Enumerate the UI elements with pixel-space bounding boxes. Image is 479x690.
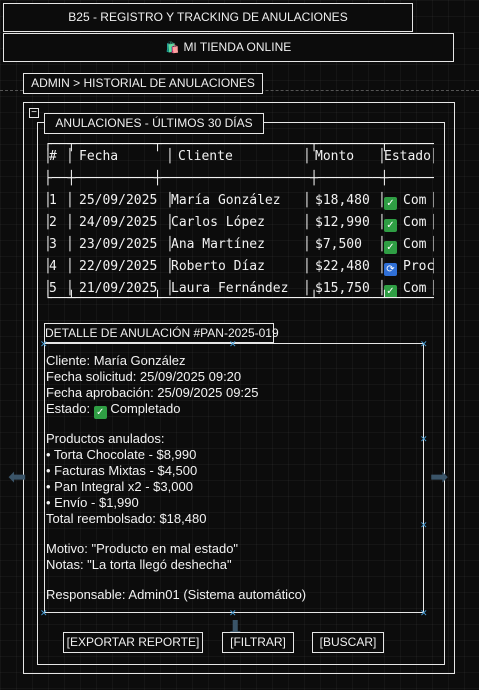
- detail-content: Cliente: María González Fecha solicitud:…: [46, 353, 418, 603]
- cell-fecha: 23/09/2025: [79, 237, 158, 252]
- estado-value: Completado: [110, 401, 181, 416]
- detail-fecha-aprobacion: Fecha aprobación: 25/09/2025 09:25: [46, 385, 259, 400]
- cell-fecha: 24/09/2025: [79, 215, 158, 230]
- cell-fecha: 22/09/2025: [79, 259, 158, 274]
- cell-monto: $18,480: [315, 193, 370, 208]
- cell-n: 2: [49, 215, 57, 230]
- estado-prefix: Estado:: [46, 401, 91, 416]
- store-name: MI TIENDA ONLINE: [183, 40, 292, 54]
- cell-cliente: Carlos López: [171, 215, 265, 230]
- cell-monto: $7,500: [315, 237, 362, 252]
- total-reembolsado: Total reembolsado: $18,480: [46, 511, 207, 526]
- arrow-left-icon: ⬅: [8, 464, 27, 489]
- detail-estado: Estado: ✓ Completado: [46, 401, 418, 419]
- detail-responsable: Responsable: Admin01 (Sistema automático…: [46, 587, 307, 602]
- filter-button[interactable]: [FILTRAR]: [222, 632, 294, 653]
- estado-text: Com: [403, 215, 427, 230]
- cell-cliente: Roberto Díaz: [171, 259, 265, 274]
- shopping-bag-icon: 🛍️: [165, 42, 180, 54]
- cell-cliente: Ana Martínez: [171, 237, 265, 252]
- resize-handle-icon[interactable]: ✕: [420, 608, 428, 619]
- detail-cliente: Cliente: María González: [46, 353, 186, 368]
- estado-text: Com: [403, 193, 427, 208]
- cell-monto: $12,990: [315, 215, 370, 230]
- detail-fecha-solicitud: Fecha solicitud: 25/09/2025 09:20: [46, 369, 242, 384]
- table-border-mid: ├──┼──────────┼───────────────────┼─────…: [44, 171, 434, 186]
- cell-estado: ⟳ Proc: [384, 256, 434, 278]
- cell-estado: ✓ Com: [384, 234, 426, 256]
- search-button[interactable]: [BUSCAR]: [312, 632, 384, 653]
- check-icon: ✓: [384, 219, 397, 232]
- cell-n: 4: [49, 259, 57, 274]
- anulaciones-table: ┌──┬──────────┬───────────────────┬─────…: [44, 134, 434, 310]
- resize-handle-icon[interactable]: ✕: [229, 339, 237, 350]
- estado-text: Com: [403, 237, 427, 252]
- resize-handle-icon[interactable]: ✕: [40, 608, 48, 619]
- detail-notas: Notas: "La torta llegó deshecha": [46, 557, 232, 572]
- resize-handle-icon[interactable]: ✕: [420, 434, 428, 445]
- check-icon: ✓: [93, 406, 107, 419]
- cell-n: 1: [49, 193, 57, 208]
- col-header-fecha[interactable]: Fecha: [79, 146, 118, 168]
- col-header-cliente[interactable]: Cliente: [178, 146, 233, 168]
- resize-handle-icon[interactable]: ✕: [420, 339, 428, 350]
- cell-n: 3: [49, 237, 57, 252]
- resize-handle-icon[interactable]: ✕: [40, 339, 48, 350]
- cell-monto: $22,480: [315, 259, 370, 274]
- export-report-button[interactable]: [EXPORTAR REPORTE]: [63, 632, 203, 653]
- table-title: ANULACIONES - ÚLTIMOS 30 DÍAS: [44, 113, 264, 134]
- producto-item: • Torta Chocolate - $8,990: [46, 447, 197, 462]
- resize-handle-icon[interactable]: ✕: [229, 608, 237, 619]
- productos-header: Productos anulados:: [46, 431, 165, 446]
- col-header-monto[interactable]: Monto: [315, 146, 354, 168]
- estado-text: Proc: [403, 259, 434, 274]
- arrow-right-icon: ➡: [430, 464, 449, 489]
- detail-title: DETALLE DE ANULACIÓN #PAN-2025-019: [44, 323, 279, 343]
- check-icon: ✓: [384, 197, 397, 210]
- store-header: 🛍️ MI TIENDA ONLINE: [3, 33, 454, 62]
- cell-cliente: María González: [171, 193, 281, 208]
- cell-fecha: 25/09/2025: [79, 193, 158, 208]
- producto-item: • Envío - $1,990: [46, 495, 139, 510]
- cell-estado: ✓ Com: [384, 190, 426, 212]
- col-header-num[interactable]: #: [49, 146, 57, 168]
- col-header-estado[interactable]: Estado: [384, 146, 431, 168]
- refresh-icon: ⟳: [384, 263, 397, 276]
- producto-item: • Facturas Mixtas - $4,500: [46, 463, 198, 478]
- producto-item: • Pan Integral x2 - $3,000: [46, 479, 193, 494]
- collapse-toggle-icon[interactable]: −: [29, 108, 39, 118]
- check-icon: ✓: [384, 241, 397, 254]
- cell-estado: ✓ Com: [384, 212, 426, 234]
- resize-handle-icon[interactable]: ✕: [420, 520, 428, 531]
- breadcrumb[interactable]: ADMIN > HISTORIAL DE ANULACIONES: [23, 73, 263, 94]
- detail-motivo: Motivo: "Producto en mal estado": [46, 541, 239, 556]
- app-title: B25 - REGISTRO Y TRACKING DE ANULACIONES: [3, 3, 413, 32]
- table-border-bottom: └──┴──────────┴───────────────────┴─────…: [44, 291, 434, 306]
